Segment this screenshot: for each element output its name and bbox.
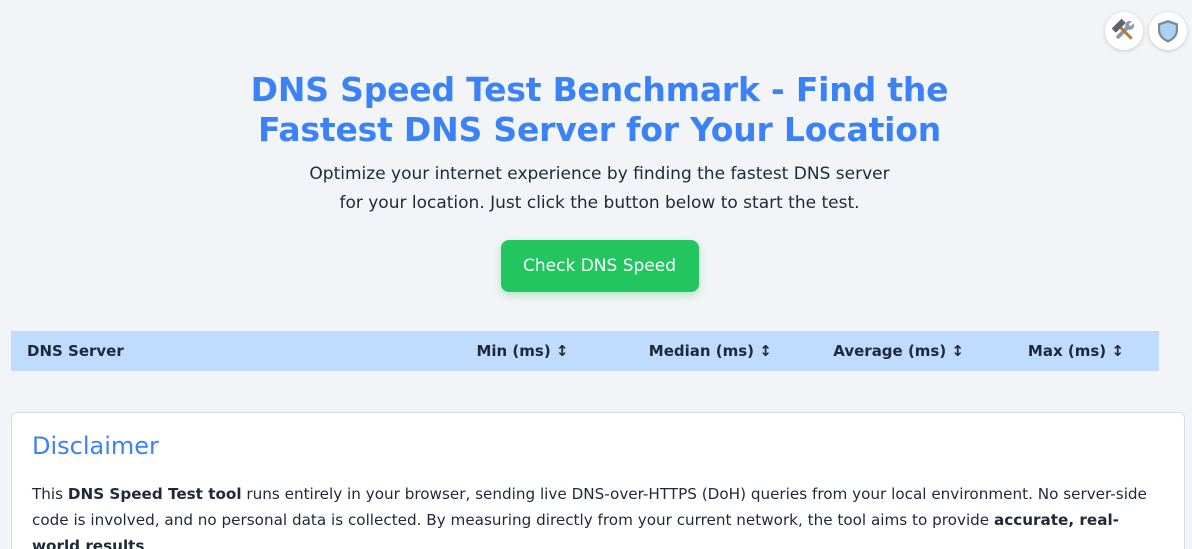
disclaimer-card: Disclaimer This DNS Speed Test tool runs…: [11, 412, 1185, 549]
column-header-max[interactable]: Max (ms) ↕: [992, 331, 1159, 371]
page-subtitle: Optimize your internet experience by fin…: [309, 164, 890, 213]
privacy-button[interactable]: [1149, 12, 1187, 50]
shield-icon: [1158, 20, 1178, 43]
disclaimer-text-part: .: [144, 537, 150, 549]
hero-section: DNS Speed Test Benchmark - Find the Fast…: [0, 70, 1192, 292]
disclaimer-heading: Disclaimer: [32, 432, 159, 460]
table-header-row: DNS Server Min (ms) ↕ Median (ms) ↕ Aver…: [11, 331, 1159, 371]
hammer-wrench-icon: [1112, 19, 1135, 40]
disclaimer-text: This DNS Speed Test tool runs entirely i…: [32, 481, 1164, 549]
column-header-dns-server: DNS Server: [11, 331, 429, 371]
column-header-average[interactable]: Average (ms) ↕: [804, 331, 993, 371]
disclaimer-bold-tool: DNS Speed Test tool: [67, 485, 242, 503]
check-dns-speed-button[interactable]: Check DNS Speed: [500, 240, 699, 292]
results-table: DNS Server Min (ms) ↕ Median (ms) ↕ Aver…: [11, 331, 1159, 371]
column-header-min[interactable]: Min (ms) ↕: [428, 331, 617, 371]
disclaimer-text-part: This: [32, 485, 68, 503]
tools-button[interactable]: [1105, 12, 1143, 50]
page-title: DNS Speed Test Benchmark - Find the Fast…: [250, 70, 949, 149]
corner-buttons: [1105, 12, 1187, 50]
column-header-median[interactable]: Median (ms) ↕: [616, 331, 805, 371]
page: DNS Speed Test Benchmark - Find the Fast…: [0, 0, 1192, 549]
